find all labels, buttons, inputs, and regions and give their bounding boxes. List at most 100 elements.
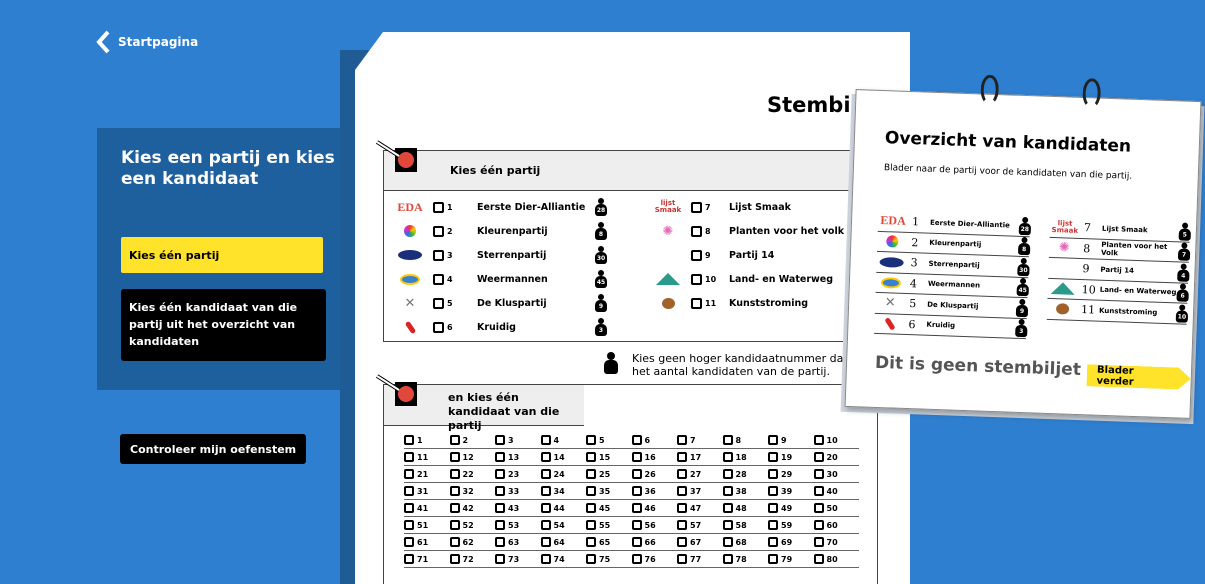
candidate-checkbox[interactable] — [722, 469, 733, 479]
candidate-option[interactable]: 57 — [677, 517, 723, 533]
candidate-option[interactable]: 49 — [768, 500, 814, 516]
party-checkbox[interactable] — [691, 201, 702, 213]
candidate-checkbox[interactable] — [540, 452, 551, 462]
candidate-checkbox[interactable] — [768, 452, 778, 462]
candidate-checkbox[interactable] — [722, 554, 733, 564]
party-row[interactable]: 9 Partij 14 — [651, 245, 871, 265]
candidate-option[interactable]: 58 — [722, 517, 769, 533]
party-checkbox[interactable] — [433, 225, 444, 237]
candidate-checkbox[interactable] — [631, 554, 642, 564]
party-checkbox[interactable] — [433, 321, 444, 333]
candidate-option[interactable]: 41 — [404, 500, 450, 516]
overview-party-row[interactable]: 6 Kruidig 3 — [874, 313, 1028, 340]
step-choose-candidate-button[interactable]: Kies één kandidaat van die partij uit he… — [121, 289, 326, 361]
party-row[interactable]: 6 Kruidig 3 — [393, 317, 633, 337]
candidate-option[interactable]: 3 — [495, 432, 541, 448]
candidate-checkbox[interactable] — [813, 503, 824, 513]
candidate-option[interactable]: 26 — [631, 466, 678, 482]
candidate-checkbox[interactable] — [722, 452, 733, 462]
candidate-option[interactable]: 9 — [768, 432, 814, 448]
candidate-checkbox[interactable] — [768, 520, 778, 530]
candidate-option[interactable]: 43 — [495, 500, 541, 516]
candidate-checkbox[interactable] — [631, 503, 642, 513]
candidate-checkbox[interactable] — [449, 520, 460, 530]
candidate-checkbox[interactable] — [813, 520, 824, 530]
candidate-option[interactable]: 78 — [722, 551, 769, 567]
candidate-option[interactable]: 55 — [586, 517, 632, 533]
candidate-checkbox[interactable] — [631, 469, 642, 479]
candidate-option[interactable]: 53 — [495, 517, 541, 533]
candidate-option[interactable]: 75 — [586, 551, 632, 567]
candidate-checkbox[interactable] — [495, 554, 505, 564]
candidate-checkbox[interactable] — [404, 554, 414, 564]
candidate-option[interactable]: 76 — [631, 551, 678, 567]
candidate-checkbox[interactable] — [722, 520, 733, 530]
candidate-checkbox[interactable] — [586, 486, 596, 496]
candidate-option[interactable]: 1 — [404, 432, 450, 448]
candidate-checkbox[interactable] — [495, 435, 505, 445]
candidate-checkbox[interactable] — [813, 435, 824, 445]
candidate-option[interactable]: 62 — [449, 534, 496, 550]
candidate-checkbox[interactable] — [586, 452, 596, 462]
candidate-option[interactable]: 45 — [586, 500, 632, 516]
candidate-option[interactable]: 34 — [540, 483, 587, 499]
candidate-option[interactable]: 69 — [768, 534, 814, 550]
candidate-option[interactable]: 65 — [586, 534, 632, 550]
candidate-option[interactable]: 11 — [404, 449, 450, 465]
candidate-checkbox[interactable] — [631, 435, 642, 445]
next-page-button[interactable]: Blader verder — [1086, 364, 1191, 390]
candidate-checkbox[interactable] — [722, 537, 733, 547]
candidate-checkbox[interactable] — [449, 486, 460, 496]
candidate-checkbox[interactable] — [722, 435, 733, 445]
candidate-checkbox[interactable] — [768, 537, 778, 547]
candidate-checkbox[interactable] — [586, 537, 596, 547]
candidate-option[interactable]: 66 — [631, 534, 678, 550]
candidate-checkbox[interactable] — [540, 503, 551, 513]
candidate-checkbox[interactable] — [722, 486, 733, 496]
candidate-option[interactable]: 13 — [495, 449, 541, 465]
candidate-checkbox[interactable] — [768, 469, 778, 479]
candidate-checkbox[interactable] — [586, 520, 596, 530]
candidate-option[interactable]: 22 — [449, 466, 496, 482]
candidate-option[interactable]: 31 — [404, 483, 450, 499]
candidate-option[interactable]: 52 — [449, 517, 496, 533]
candidate-checkbox[interactable] — [540, 520, 551, 530]
candidate-checkbox[interactable] — [768, 435, 778, 445]
candidate-checkbox[interactable] — [586, 469, 596, 479]
party-row[interactable]: 4 Weermannen 45 — [393, 269, 633, 289]
candidate-checkbox[interactable] — [677, 520, 687, 530]
candidate-checkbox[interactable] — [813, 554, 824, 564]
candidate-option[interactable]: 56 — [631, 517, 678, 533]
party-checkbox[interactable] — [691, 273, 702, 285]
candidate-option[interactable]: 63 — [495, 534, 541, 550]
check-vote-button[interactable]: Controleer mijn oefenstem — [120, 434, 307, 464]
candidate-option[interactable]: 19 — [768, 449, 814, 465]
party-checkbox[interactable] — [691, 249, 702, 261]
candidate-option[interactable]: 35 — [586, 483, 632, 499]
back-link[interactable]: Startpagina — [96, 30, 198, 54]
candidate-checkbox[interactable] — [677, 486, 687, 496]
candidate-option[interactable]: 38 — [722, 483, 769, 499]
candidate-option[interactable]: 6 — [631, 432, 678, 448]
candidate-option[interactable]: 73 — [495, 551, 541, 567]
candidate-checkbox[interactable] — [404, 503, 414, 513]
party-checkbox[interactable] — [433, 249, 444, 261]
candidate-option[interactable]: 48 — [722, 500, 769, 516]
candidate-checkbox[interactable] — [495, 503, 505, 513]
candidate-option[interactable]: 50 — [813, 500, 860, 516]
party-checkbox[interactable] — [433, 201, 444, 213]
candidate-checkbox[interactable] — [449, 452, 460, 462]
candidate-option[interactable]: 17 — [677, 449, 723, 465]
candidate-checkbox[interactable] — [495, 520, 505, 530]
candidate-option[interactable]: 4 — [540, 432, 587, 448]
candidate-option[interactable]: 33 — [495, 483, 541, 499]
candidate-option[interactable]: 2 — [449, 432, 496, 448]
candidate-option[interactable]: 67 — [677, 534, 723, 550]
candidate-option[interactable]: 16 — [631, 449, 678, 465]
candidate-checkbox[interactable] — [449, 554, 460, 564]
candidate-checkbox[interactable] — [404, 486, 414, 496]
candidate-checkbox[interactable] — [631, 537, 642, 547]
candidate-checkbox[interactable] — [495, 486, 505, 496]
party-checkbox[interactable] — [433, 273, 444, 285]
candidate-checkbox[interactable] — [540, 537, 551, 547]
